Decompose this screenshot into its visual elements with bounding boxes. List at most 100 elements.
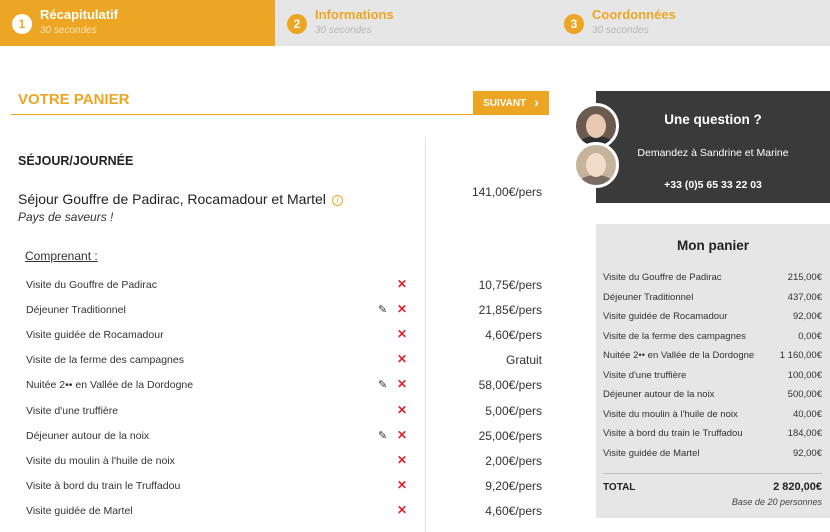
next-button[interactable]: SUIVANT ›: [473, 91, 549, 115]
close-icon[interactable]: ✕: [397, 302, 407, 316]
item-price: 10,75€/pers: [478, 278, 542, 292]
cart-row-value: 40,00€: [792, 408, 822, 420]
cart-row-value: 0,00€: [798, 330, 822, 342]
cart-row-name: Visite guidée de Rocamadour: [603, 311, 728, 322]
item-price: 5,00€/pers: [485, 403, 542, 418]
close-icon[interactable]: ✕: [397, 277, 407, 291]
list-item: Déjeuner Traditionnel ✎ ✕ 21,85€/pers: [0, 301, 550, 321]
pencil-icon[interactable]: ✎: [378, 303, 387, 316]
list-item: Visite de la ferme des campagnes ✕ Gratuit: [0, 351, 550, 371]
cart-total-label: TOTAL: [603, 482, 636, 493]
cart-row-value: 92,00€: [792, 311, 822, 322]
item-price: 4,60€/pers: [485, 328, 542, 343]
step-subtitle: 30 secondes: [592, 25, 649, 36]
cart-row: Visite de la ferme des campagnes 0,00€: [603, 328, 822, 347]
cart-row: Visite du Gouffre de Padirac 215,00€: [603, 269, 822, 288]
close-icon[interactable]: ✕: [397, 352, 407, 366]
cart-row-name: Déjeuner autour de la noix: [603, 389, 715, 400]
checkout-steps: 1 Récapitulatif 30 secondes 2 Informatio…: [0, 0, 830, 46]
item-name: Visite du Gouffre de Padirac: [26, 279, 157, 291]
step-coordonnees[interactable]: 3 Coordonnées 30 secondes: [552, 0, 830, 46]
sejour-name-text: Séjour Gouffre de Padirac, Rocamadour et…: [18, 191, 326, 207]
close-icon[interactable]: ✕: [397, 377, 407, 391]
comprenant-label: Comprenant :: [25, 249, 98, 263]
cart-row: Visite du moulin à l'huile de noix 40,00€: [603, 406, 822, 425]
item-name: Nuitée 2•• en Vallée de la Dordogne: [26, 379, 194, 392]
sejour-name: Séjour Gouffre de Padirac, Rocamadour et…: [18, 191, 343, 207]
pencil-icon[interactable]: ✎: [378, 429, 387, 442]
cart-row-value: 100,00€: [787, 369, 822, 381]
cart-row-value: 92,00€: [792, 447, 822, 459]
section-title: SÉJOUR/JOURNÉE: [18, 154, 134, 168]
step-recapitulatif[interactable]: 1 Récapitulatif 30 secondes: [0, 0, 275, 46]
cart-row-name: Déjeuner Traditionnel: [603, 291, 694, 303]
item-price: 2,00€/pers: [485, 453, 542, 468]
cart-row: Déjeuner autour de la noix 500,00€: [603, 386, 822, 405]
list-item: Visite guidée de Martel ✕ 4,60€/pers: [0, 502, 550, 522]
cart-row: Nuitée 2•• en Vallée de la Dordogne 1 160…: [603, 347, 822, 366]
step-number: 1: [12, 14, 32, 34]
cart-row-name: Visite guidée de Martel: [603, 447, 700, 459]
cart-row-value: 437,00€: [787, 291, 822, 303]
cart-row-name: Visite à bord du train le Truffadou: [603, 428, 743, 439]
list-item: Visite guidée de Rocamadour ✕ 4,60€/pers: [0, 326, 550, 346]
sejour-subtitle: Pays de saveurs !: [18, 210, 114, 224]
next-button-label: SUIVANT: [483, 97, 527, 109]
cart-row: Visite guidée de Rocamadour 92,00€: [603, 308, 822, 327]
step-subtitle: 30 secondes: [40, 25, 97, 36]
close-icon[interactable]: ✕: [397, 327, 407, 341]
cart-row-name: Visite du moulin à l'huile de noix: [603, 408, 738, 420]
close-icon[interactable]: ✕: [397, 478, 407, 492]
list-item: Visite du moulin à l'huile de noix ✕ 2,00€…: [0, 452, 550, 472]
cart-row: Déjeuner Traditionnel 437,00€: [603, 289, 822, 308]
list-item: Visite du Gouffre de Padirac ✕ 10,75€/pers: [0, 276, 550, 296]
cart-summary: Mon panier TOTAL 2 820,00€ Base de 20 pe…: [596, 224, 830, 518]
close-icon[interactable]: ✕: [397, 428, 407, 442]
close-icon[interactable]: ✕: [397, 453, 407, 467]
list-item: Visite d'une truffière ✕ 5,00€/pers: [0, 402, 550, 422]
panier-divider: [11, 114, 548, 115]
cart-row: Visite à bord du train le Truffadou 184,0…: [603, 425, 822, 444]
list-item: Déjeuner autour de la noix ✎ ✕ 25,00€/pers: [0, 427, 550, 447]
item-price: 9,20€/pers: [485, 478, 542, 493]
contact-box: Une question ? Demandez à Sandrine et Ma…: [596, 91, 830, 203]
item-name: Visite du moulin à l'huile de noix: [26, 454, 175, 467]
step-subtitle: 30 secondes: [315, 25, 372, 36]
item-price: Gratuit: [505, 353, 542, 368]
step-number: 2: [287, 14, 307, 34]
cart-row: Visite guidée de Martel 92,00€: [603, 445, 822, 464]
cart-row-name: Visite de la ferme des campagnes: [603, 330, 746, 342]
step-title: Récapitulatif: [40, 7, 119, 22]
list-item: Visite à bord du train le Truffadou ✕ 9,20…: [0, 477, 550, 497]
cart-divider: [603, 473, 822, 474]
close-icon[interactable]: ✕: [397, 503, 407, 517]
item-name: Visite d'une truffière: [26, 404, 119, 417]
close-icon[interactable]: ✕: [397, 403, 407, 417]
cart-row-value: 500,00€: [787, 389, 822, 400]
list-item: Nuitée 2•• en Vallée de la Dordogne ✎ ✕ 58,…: [0, 376, 550, 396]
cart-row-value: 215,00€: [787, 272, 822, 283]
cart-row-name: Nuitée 2•• en Vallée de la Dordogne: [603, 350, 755, 361]
cart-row-name: Visite d'une truffière: [603, 369, 687, 381]
step-title: Informations: [315, 7, 394, 22]
avatar: [573, 142, 619, 188]
contact-title: Une question ?: [664, 112, 762, 127]
item-name: Visite à bord du train le Truffadou: [26, 479, 181, 492]
cart-row-value: 1 160,00€: [779, 350, 822, 361]
info-icon[interactable]: i: [331, 195, 343, 206]
cart-title: Mon panier: [676, 238, 749, 253]
item-name: Visite de la ferme des campagnes: [26, 354, 184, 367]
step-number: 3: [564, 14, 584, 34]
contact-phone[interactable]: +33 (0)5 65 33 22 03: [596, 179, 830, 191]
item-price: 25,00€/pers: [478, 428, 542, 443]
cart-row-value: 184,00€: [787, 428, 822, 439]
item-name: Visite guidée de Rocamadour: [26, 329, 164, 342]
pencil-icon[interactable]: ✎: [378, 378, 387, 391]
cart-row-name: Visite du Gouffre de Padirac: [603, 272, 722, 283]
cart-total-value: 2 820,00€: [773, 481, 822, 493]
item-price: 58,00€/pers: [478, 378, 542, 393]
item-price: 21,85€/pers: [478, 303, 542, 318]
step-informations[interactable]: 2 Informations 30 secondes: [275, 0, 552, 46]
item-name: Visite guidée de Martel: [26, 504, 133, 517]
item-name: Déjeuner autour de la noix: [26, 429, 150, 442]
